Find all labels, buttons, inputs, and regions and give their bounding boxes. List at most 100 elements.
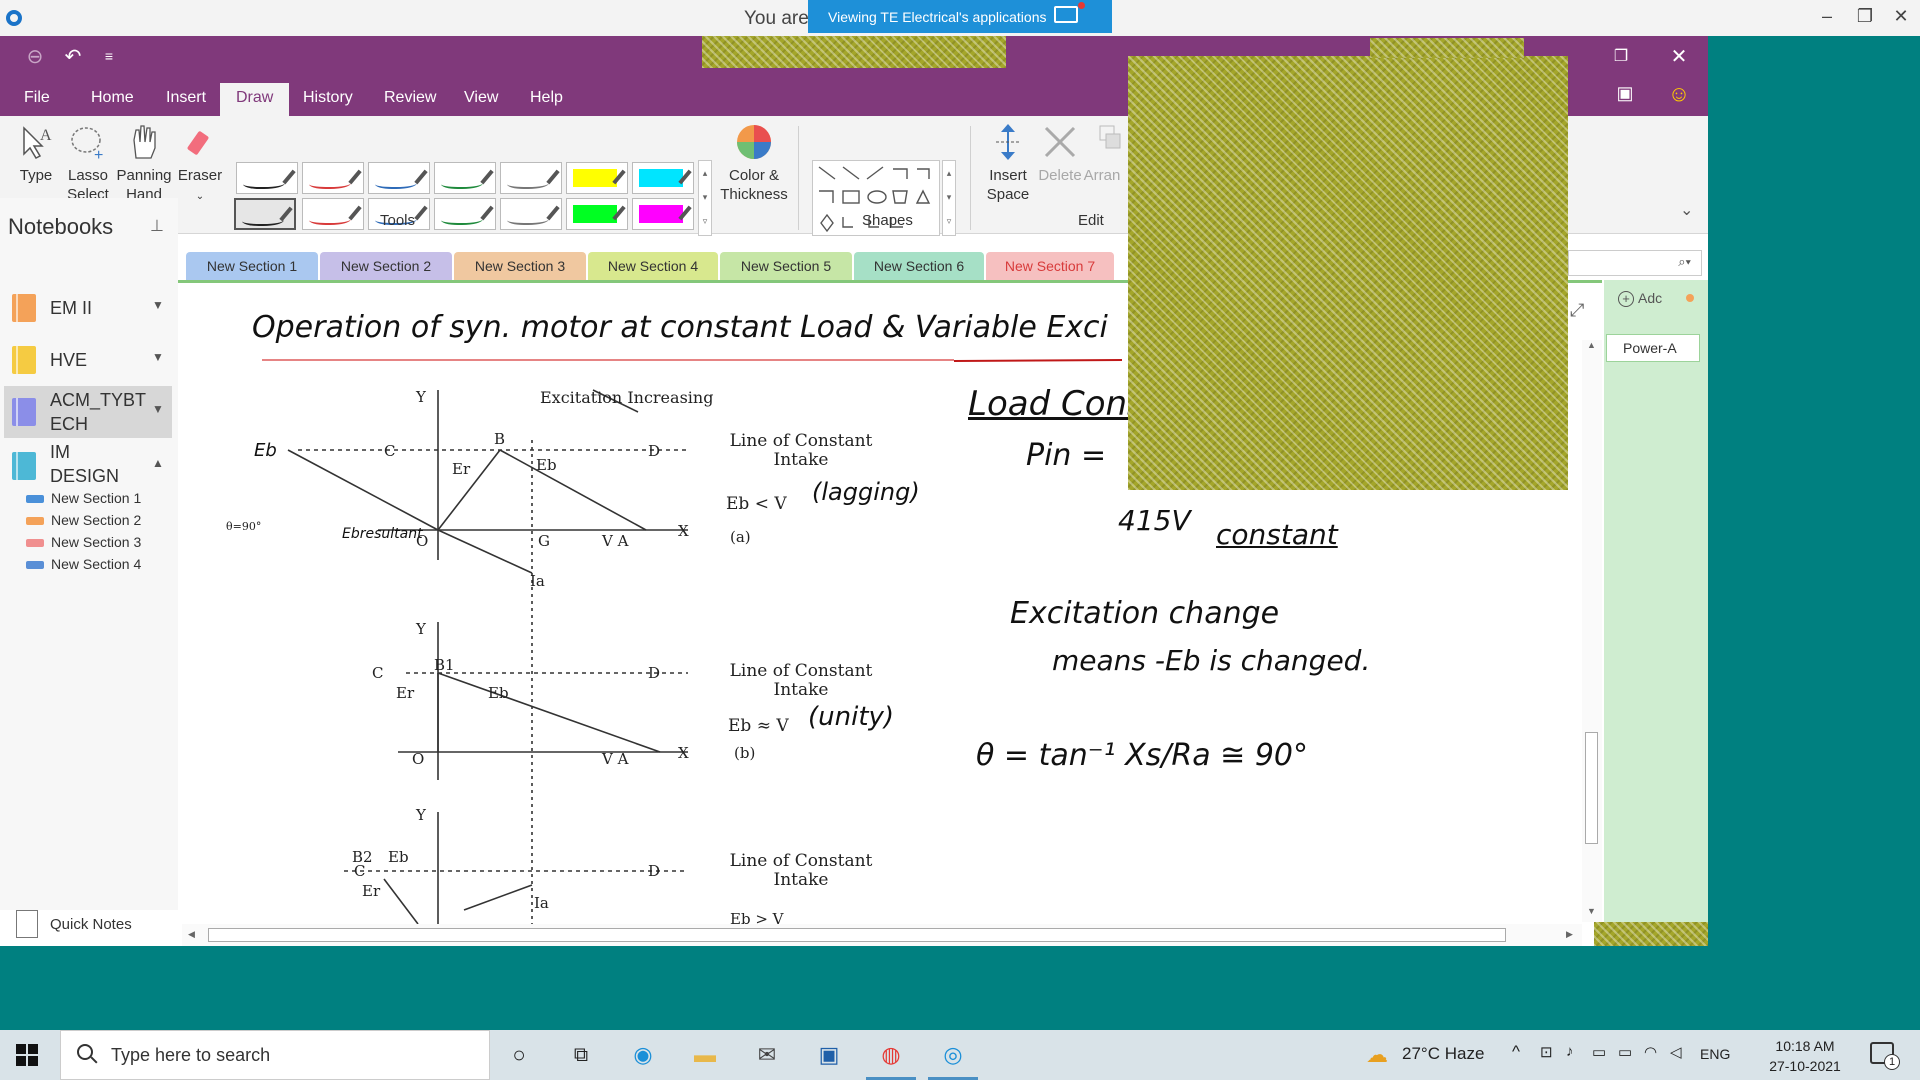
notebook-hve[interactable]: HVE ▼ [4,334,172,384]
viewer-close-button[interactable]: ✕ [1886,6,1916,27]
tab-view[interactable]: View [464,89,498,107]
nav-section-2[interactable]: New Section 2 [24,510,174,532]
chevron-down-icon[interactable]: ▼ [152,402,164,416]
battery-icon[interactable]: ▭ [1618,1043,1632,1061]
edge-icon[interactable]: ◉ [626,1038,660,1072]
horizontal-scroll-thumb[interactable] [208,928,1506,942]
add-page-button[interactable]: + Adc [1618,290,1662,307]
pen-6-selected[interactable] [234,198,296,230]
start-button[interactable] [16,1044,38,1066]
search-notebooks-input[interactable]: ⌕▾ [1568,250,1702,276]
mail-icon[interactable]: ✉ [750,1038,784,1072]
canvas-vertical-scrollbar[interactable]: ▲ ▼ [1582,340,1602,922]
pen-gallery-scroll[interactable]: ▴ ▾ ▿ [698,160,712,236]
display-icon[interactable]: ▭ [1592,1043,1606,1061]
pen-5[interactable] [500,162,562,194]
task-view-icon[interactable]: ⧉ [564,1038,598,1072]
notebook-sync-icon[interactable]: ▣ [1610,83,1640,104]
panning-hand-button[interactable]: Panning Hand [116,122,172,204]
back-icon[interactable]: ⊖ [20,44,50,69]
pen-2[interactable] [302,162,364,194]
canvas-horizontal-scrollbar[interactable]: ◀ ▶ [182,924,1582,946]
taskbar-clock[interactable]: 10:18 AM 27-10-2021 [1760,1036,1850,1076]
arrange-button[interactable]: Arran [1082,122,1122,185]
scroll-up-icon[interactable]: ▲ [1587,340,1596,350]
lasso-select-button[interactable]: + Lasso Select [60,122,116,204]
pen-7[interactable] [302,198,364,230]
tab-help[interactable]: Help [530,89,563,107]
pen-9[interactable] [434,198,496,230]
viewer-minimize-button[interactable]: – [1812,6,1842,27]
meet-now-icon[interactable]: ⊡ [1540,1043,1553,1061]
type-button[interactable]: A Type [8,122,64,185]
weather-text[interactable]: 27°C Haze [1402,1044,1484,1064]
window-close-button[interactable]: ✕ [1664,44,1694,69]
color-thickness-button[interactable]: Color & Thickness [718,122,790,204]
nav-section-1[interactable]: New Section 1 [24,488,174,510]
section-tab-6[interactable]: New Section 6 [854,252,984,280]
dell-icon[interactable]: ▣ [812,1038,846,1072]
section-tab-4[interactable]: New Section 4 [588,252,718,280]
vertical-scroll-thumb[interactable] [1585,732,1598,844]
viewer-restore-button[interactable]: ❐ [1850,6,1880,27]
expand-page-icon[interactable]: ⤢ [1570,300,1584,321]
notebook-acm[interactable]: ACM_TYBT ECH ▼ [4,386,172,438]
pin-icon[interactable]: ⊥ [150,216,164,236]
file-explorer-icon[interactable]: ▬ [688,1038,722,1072]
pen-1[interactable] [236,162,298,194]
taskbar-search-input[interactable]: Type here to search [60,1030,490,1080]
highlighter-green[interactable] [566,198,628,230]
cortana-icon[interactable]: ○ [502,1038,536,1072]
tab-history[interactable]: History [303,89,353,107]
chevron-up-icon[interactable]: ^ [1512,1042,1520,1062]
scroll-down-icon[interactable]: ▼ [1587,906,1596,916]
nav-section-4[interactable]: New Section 4 [24,554,174,576]
notifications-icon[interactable]: 1 [1870,1042,1900,1070]
pen-4[interactable] [434,162,496,194]
chevron-down-icon[interactable]: ▼ [152,350,164,364]
section-tab-1[interactable]: New Section 1 [186,252,318,280]
shapes-gallery-scroll[interactable]: ▴ ▾ ▿ [942,160,956,236]
scroll-right-icon[interactable]: ▶ [1566,929,1573,940]
tab-insert[interactable]: Insert [166,89,206,107]
scroll-left-icon[interactable]: ◀ [188,929,195,940]
nav-section-3[interactable]: New Section 3 [24,532,174,554]
weather-icon[interactable]: ☁ [1366,1042,1388,1068]
tab-draw[interactable]: Draw [220,83,290,116]
section-tab-2[interactable]: New Section 2 [320,252,452,280]
page-sort-icon[interactable] [1686,294,1694,302]
highlighter-magenta[interactable] [632,198,694,230]
highlighter-cyan[interactable] [632,162,694,194]
feedback-smiley-icon[interactable]: ☺ [1664,81,1694,107]
undo-icon[interactable]: ↶ [58,44,88,69]
microphone-icon[interactable]: ♪ [1566,1043,1574,1060]
screen-share-icon[interactable] [1054,2,1085,23]
chevron-up-icon[interactable]: ▲ [152,456,164,470]
pen-10[interactable] [500,198,562,230]
insert-space-button[interactable]: Insert Space [980,122,1036,204]
customize-qat-icon[interactable]: ≡ [94,48,124,64]
remote-viewer-app-icon[interactable]: ◎ [928,1038,978,1080]
section-tab-5[interactable]: New Section 5 [720,252,852,280]
collapse-ribbon-icon[interactable]: ⌄ [1680,200,1693,220]
chevron-down-icon[interactable]: ▼ [152,298,164,312]
pen-3[interactable] [368,162,430,194]
delete-button[interactable]: Delete [1032,122,1088,185]
highlighter-yellow[interactable] [566,162,628,194]
tab-home[interactable]: Home [91,89,134,107]
wifi-icon[interactable]: ◠ [1644,1043,1657,1061]
viewing-apps-banner[interactable]: Viewing TE Electrical's applications [808,0,1112,33]
tab-file[interactable]: File [24,89,50,107]
volume-icon[interactable]: ◁ [1670,1043,1682,1061]
section-tab-3[interactable]: New Section 3 [454,252,586,280]
language-indicator[interactable]: ENG [1700,1046,1730,1062]
section-tab-7[interactable]: New Section 7 [986,252,1114,280]
tab-review[interactable]: Review [384,89,436,107]
notebook-im-design[interactable]: IM DESIGN ▲ [4,440,172,490]
chrome-icon[interactable]: ◍ [866,1038,916,1080]
eraser-chevron-icon[interactable]: ⌄ [196,191,204,202]
eraser-button[interactable]: Eraser ⌄ [172,122,228,206]
page-item-power-a[interactable]: Power-A [1606,334,1700,362]
window-restore-button[interactable]: ❐ [1606,46,1636,66]
notebook-em2[interactable]: EM II ▼ [4,282,172,332]
